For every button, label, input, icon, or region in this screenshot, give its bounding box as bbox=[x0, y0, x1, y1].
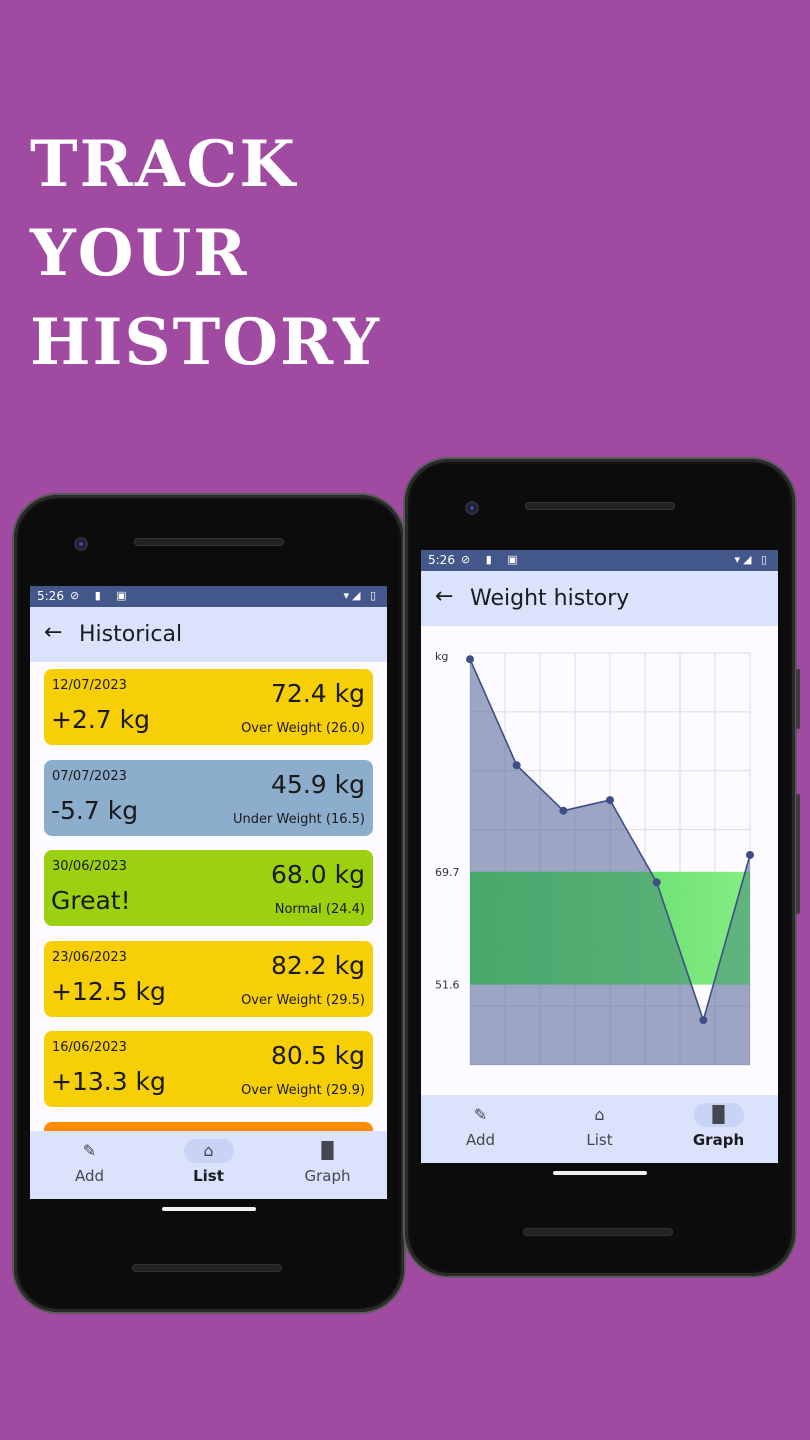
front-camera bbox=[465, 501, 479, 515]
entry-bmi: Normal (24.4) bbox=[274, 902, 365, 917]
home-icon: ⌂ bbox=[183, 1139, 234, 1163]
entry-delta: -5.7 kg bbox=[51, 795, 139, 825]
status-time: 5:26 bbox=[37, 589, 64, 603]
status-notification-icons: ⊘ ▮ ▣ bbox=[70, 589, 133, 602]
headline-line-3: HISTORY bbox=[30, 305, 381, 380]
entry-bmi: Under Weight (16.5) bbox=[233, 811, 365, 827]
entry-delta: Great! bbox=[51, 886, 131, 915]
left-phone: 5:26 ⊘ ▮ ▣ ▾◢ ▯ ← Historical 12/07/2023 +… bbox=[14, 495, 404, 1312]
left-screen: 5:26 ⊘ ▮ ▣ ▾◢ ▯ ← Historical 12/07/2023 +… bbox=[30, 586, 387, 1199]
nav-label: List bbox=[193, 1167, 224, 1185]
data-point bbox=[466, 655, 474, 664]
entry-weight: 68.0 kg bbox=[271, 860, 365, 889]
nav-label: Add bbox=[74, 1167, 105, 1185]
nav-list[interactable]: ⌂ List bbox=[149, 1139, 268, 1185]
entry-weight: 45.9 kg bbox=[271, 769, 365, 799]
entry-weight: 82.2 kg bbox=[271, 950, 365, 980]
data-point bbox=[652, 878, 661, 887]
home-indicator[interactable] bbox=[162, 1207, 256, 1211]
entry-date: 16/06/2023 bbox=[52, 1040, 127, 1055]
bottom-nav: ✎ Add ⌂ List ▐▌ Graph bbox=[421, 1095, 778, 1163]
entry-weight: 80.5 kg bbox=[271, 1041, 365, 1070]
volume-button bbox=[796, 669, 800, 729]
status-signal-icons: ▾◢ ▯ bbox=[343, 589, 379, 602]
headline-line-2: YOUR bbox=[30, 216, 249, 291]
headline-line-1: TRACK bbox=[30, 127, 298, 202]
nav-graph[interactable]: ▐▌ Graph bbox=[268, 1139, 387, 1185]
entry-date: 12/07/2023 bbox=[52, 678, 127, 693]
entry-delta: +13.3 kg bbox=[51, 1067, 166, 1096]
nav-add[interactable]: ✎ Add bbox=[421, 1103, 540, 1149]
pencil-icon: ✎ bbox=[473, 1105, 488, 1124]
entry-bmi: Over Weight (29.9) bbox=[241, 1083, 365, 1098]
entry-date: 07/07/2023 bbox=[52, 768, 127, 784]
power-button bbox=[796, 794, 800, 914]
right-phone: 5:26 ⊘ ▮ ▣ ▾◢ ▯ ← Weight history kg 69.7 5… bbox=[405, 459, 800, 1276]
list-item[interactable]: 30/06/2023 Great! 68.0 kg Normal (24.4) bbox=[44, 850, 373, 926]
status-bar: 5:26 ⊘ ▮ ▣ ▾◢ ▯ bbox=[421, 550, 778, 571]
list-item[interactable]: 07/07/2023 -5.7 kg 45.9 kg Under Weight (16… bbox=[44, 759, 373, 836]
data-point bbox=[606, 796, 614, 805]
earpiece-speaker bbox=[525, 502, 675, 510]
nav-add[interactable]: ✎ Add bbox=[30, 1139, 149, 1185]
weight-chart-container: kg 69.7 51.6 bbox=[421, 626, 777, 1080]
home-icon: ⌂ bbox=[594, 1105, 605, 1124]
nav-label: Add bbox=[465, 1131, 496, 1149]
entry-delta: +2.7 kg bbox=[51, 705, 150, 734]
entry-weight: 72.4 kg bbox=[271, 679, 365, 708]
list-item[interactable]: 12/07/2023 +2.7 kg 72.4 kg Over Weight (26.… bbox=[44, 669, 373, 745]
page-title: Weight history bbox=[470, 586, 630, 611]
entry-bmi: Over Weight (26.0) bbox=[241, 721, 365, 736]
bottom-nav: ✎ Add ⌂ List ▐▌ Graph bbox=[30, 1131, 387, 1199]
entry-delta: +12.5 kg bbox=[51, 976, 166, 1006]
bar-chart-icon: ▐▌ bbox=[693, 1103, 744, 1127]
bottom-speaker bbox=[523, 1228, 673, 1236]
status-bar: 5:26 ⊘ ▮ ▣ ▾◢ ▯ bbox=[30, 586, 387, 607]
status-time: 5:26 bbox=[428, 553, 455, 567]
y-axis-unit-label: kg bbox=[435, 650, 448, 663]
list-item[interactable]: 16/06/2023 +13.3 kg 80.5 kg Over Weight (29… bbox=[44, 1031, 373, 1107]
y-tick-label: 69.7 bbox=[435, 866, 460, 879]
weight-chart: kg 69.7 51.6 bbox=[435, 650, 754, 1066]
data-point bbox=[559, 806, 568, 815]
page-title: Historical bbox=[79, 622, 183, 647]
nav-label: Graph bbox=[304, 1167, 351, 1185]
list-item[interactable]: 23/06/2023 +12.5 kg 82.2 kg Over Weight (29… bbox=[44, 940, 373, 1017]
arrow-left-icon[interactable]: ← bbox=[435, 584, 453, 609]
nav-label: Graph bbox=[692, 1131, 745, 1149]
data-point bbox=[746, 850, 754, 859]
bar-chart-icon: ▐▌ bbox=[315, 1141, 340, 1160]
status-signal-icons: ▾◢ ▯ bbox=[734, 553, 770, 566]
data-point bbox=[512, 761, 521, 770]
y-tick-label: 51.6 bbox=[435, 979, 460, 992]
nav-label: List bbox=[586, 1131, 613, 1149]
pencil-icon: ✎ bbox=[82, 1141, 97, 1160]
arrow-left-icon[interactable]: ← bbox=[44, 620, 62, 645]
headline: TRACK YOUR HISTORY bbox=[30, 120, 430, 387]
right-screen: 5:26 ⊘ ▮ ▣ ▾◢ ▯ ← Weight history kg 69.7 5… bbox=[421, 550, 778, 1163]
normal-range-overlay bbox=[470, 871, 750, 985]
app-bar: ← Historical bbox=[30, 607, 387, 662]
entry-date: 30/06/2023 bbox=[52, 859, 127, 874]
bottom-speaker bbox=[132, 1264, 282, 1272]
app-bar: ← Weight history bbox=[421, 571, 778, 626]
data-point bbox=[699, 1016, 708, 1025]
nav-graph[interactable]: ▐▌ Graph bbox=[659, 1103, 778, 1149]
earpiece-speaker bbox=[134, 538, 284, 546]
nav-list[interactable]: ⌂ List bbox=[540, 1103, 659, 1149]
home-indicator[interactable] bbox=[553, 1171, 647, 1175]
status-notification-icons: ⊘ ▮ ▣ bbox=[461, 553, 524, 566]
entry-bmi: Over Weight (29.5) bbox=[241, 992, 365, 1008]
entry-date: 23/06/2023 bbox=[52, 949, 127, 965]
front-camera bbox=[74, 537, 88, 551]
